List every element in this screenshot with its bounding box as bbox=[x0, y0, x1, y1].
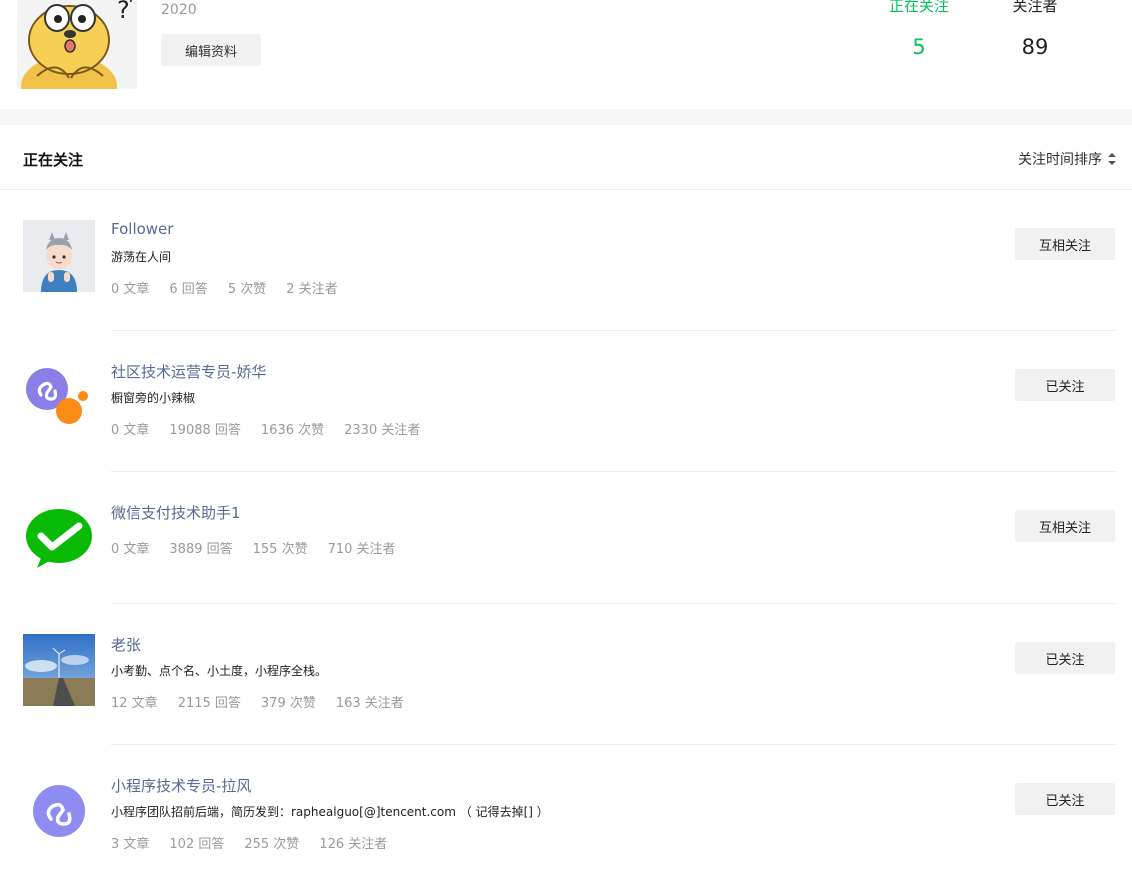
user-avatar[interactable] bbox=[23, 220, 95, 292]
mini-program-orange-avatar-icon bbox=[23, 361, 95, 433]
follow-status-button[interactable]: 互相关注 bbox=[1015, 228, 1115, 260]
following-label: 正在关注 bbox=[888, 0, 949, 15]
user-name-link[interactable]: Follower bbox=[111, 220, 173, 238]
user-stats: 12 文章 2115 回答 379 次赞 163 关注者 bbox=[111, 692, 404, 711]
follow-status-button[interactable]: 互相关注 bbox=[1015, 510, 1115, 542]
list-item: Follower 游荡在人间 0 文章 6 回答 5 次赞 2 关注者 互相关注 bbox=[0, 190, 1132, 331]
article-count: 0 文章 bbox=[111, 423, 150, 438]
sort-label: 关注时间排序 bbox=[1018, 152, 1102, 168]
list-item: 社区技术运营专员-娇华 橱窗旁的小辣椒 0 文章 19088 回答 1636 次… bbox=[0, 331, 1132, 472]
list-item: 微信支付技术助手1 0 文章 3889 回答 155 次赞 710 关注者 互相… bbox=[0, 472, 1132, 604]
user-name-link[interactable]: 老张 bbox=[111, 634, 141, 655]
user-name-link[interactable]: 小程序技术专员-拉风 bbox=[111, 775, 251, 796]
following-stat[interactable]: 正在关注 5 bbox=[869, 0, 969, 61]
followers-stat[interactable]: 关注者 89 bbox=[985, 0, 1085, 61]
user-stats: 0 文章 3889 回答 155 次赞 710 关注者 bbox=[111, 538, 396, 557]
answer-count: 19088 回答 bbox=[169, 423, 241, 438]
profile-avatar[interactable]: ? ? bbox=[17, 0, 137, 89]
follow-status-button[interactable]: 已关注 bbox=[1015, 642, 1115, 674]
followers-count: 89 bbox=[1021, 35, 1049, 59]
follow-status-button[interactable]: 已关注 bbox=[1015, 783, 1115, 815]
like-count: 155 次赞 bbox=[252, 542, 308, 557]
user-stats: 0 文章 6 回答 5 次赞 2 关注者 bbox=[111, 278, 338, 297]
like-count: 5 次赞 bbox=[227, 282, 267, 297]
follower-count: 163 关注者 bbox=[335, 696, 404, 711]
article-count: 12 文章 bbox=[111, 696, 158, 711]
like-count: 1636 次赞 bbox=[260, 423, 325, 438]
answer-count: 2115 回答 bbox=[177, 696, 241, 711]
follower-count: 2 关注者 bbox=[286, 282, 338, 297]
user-avatar[interactable] bbox=[23, 502, 95, 574]
followers-label: 关注者 bbox=[1012, 0, 1058, 15]
like-count: 379 次赞 bbox=[260, 696, 316, 711]
list-item: 老张 小考勤、点个名、小土度，小程序全栈。 12 文章 2115 回答 379 … bbox=[0, 604, 1132, 745]
answer-count: 102 回答 bbox=[169, 837, 225, 852]
user-stats: 3 文章 102 回答 255 次赞 126 关注者 bbox=[111, 833, 387, 852]
user-avatar[interactable] bbox=[23, 775, 95, 847]
sort-dropdown[interactable]: 关注时间排序 bbox=[1018, 149, 1116, 169]
list-item: 小程序技术专员-拉风 小程序团队招前后端，简历发到：raphealguo[@]t… bbox=[0, 745, 1132, 875]
follower-count: 126 关注者 bbox=[319, 837, 388, 852]
cartoon-person-avatar-icon bbox=[23, 220, 95, 292]
article-count: 3 文章 bbox=[111, 837, 150, 852]
user-name-link[interactable]: 社区技术运营专员-娇华 bbox=[111, 361, 266, 382]
like-count: 255 次赞 bbox=[244, 837, 300, 852]
user-avatar[interactable] bbox=[23, 361, 95, 433]
following-count: 5 bbox=[912, 35, 926, 59]
user-bio: 小程序团队招前后端，简历发到：raphealguo[@]tencent.com … bbox=[111, 805, 549, 819]
follow-status-button[interactable]: 已关注 bbox=[1015, 369, 1115, 401]
mini-program-avatar-icon bbox=[23, 775, 95, 847]
article-count: 0 文章 bbox=[111, 282, 150, 297]
user-bio: 小考勤、点个名、小土度，小程序全栈。 bbox=[111, 664, 328, 678]
user-stats: 0 文章 19088 回答 1636 次赞 2330 关注者 bbox=[111, 419, 420, 438]
answer-count: 3889 回答 bbox=[169, 542, 233, 557]
edit-profile-button[interactable]: 编辑资料 bbox=[161, 34, 261, 66]
following-section-header: 正在关注 关注时间排序 bbox=[0, 125, 1132, 190]
landscape-photo-avatar-icon bbox=[23, 634, 95, 706]
wechat-pay-avatar-icon bbox=[23, 502, 95, 574]
section-title: 正在关注 bbox=[23, 151, 84, 169]
user-avatar[interactable] bbox=[23, 634, 95, 706]
user-bio: 游荡在人间 bbox=[111, 250, 172, 264]
profile-year: 2020 bbox=[161, 2, 197, 18]
cartoon-dog-avatar-icon: ? ? bbox=[17, 0, 137, 89]
section-gap bbox=[0, 109, 1132, 125]
follower-count: 2330 关注者 bbox=[344, 423, 421, 438]
profile-header: ? ? 2020 编辑资料 正在关注 5 关注者 89 bbox=[0, 0, 1132, 109]
follower-count: 710 关注者 bbox=[327, 542, 396, 557]
article-count: 0 文章 bbox=[111, 542, 150, 557]
user-bio: 橱窗旁的小辣椒 bbox=[111, 391, 196, 405]
user-name-link[interactable]: 微信支付技术助手1 bbox=[111, 502, 241, 523]
svg-text:?: ? bbox=[127, 0, 136, 6]
sort-arrows-icon bbox=[1108, 153, 1116, 165]
answer-count: 6 回答 bbox=[169, 282, 208, 297]
